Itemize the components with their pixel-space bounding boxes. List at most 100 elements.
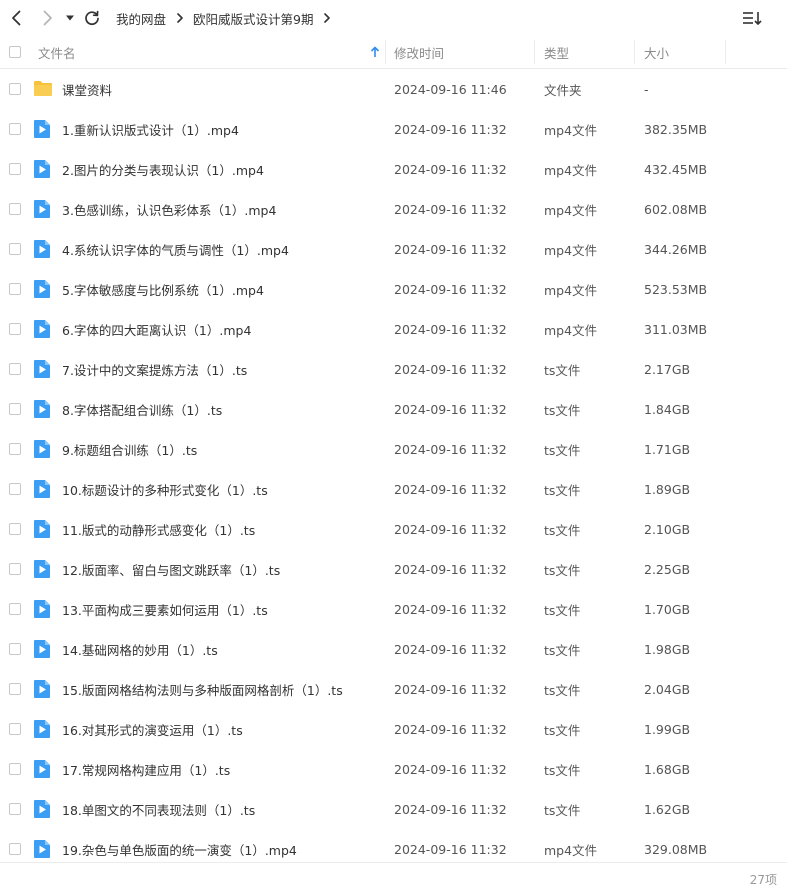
row-checkbox[interactable]: [9, 283, 21, 295]
file-size: 2.17GB: [644, 361, 691, 377]
file-row[interactable]: 4.系统认识字体的气质与调性（1）.mp4 2024-09-16 11:32 mp4…: [0, 229, 787, 269]
column-modified[interactable]: 修改时间: [394, 36, 444, 68]
column-divider[interactable]: [534, 40, 535, 64]
file-name[interactable]: 11.版式的动静形式感变化（1）.ts: [62, 509, 255, 549]
file-modified-time: 2024-09-16 11:32: [394, 601, 507, 617]
column-type[interactable]: 类型: [544, 36, 569, 68]
refresh-button[interactable]: [83, 9, 101, 27]
row-checkbox[interactable]: [9, 723, 21, 735]
file-row[interactable]: 5.字体敏感度与比例系统（1）.mp4 2024-09-16 11:32 mp4文件…: [0, 269, 787, 309]
file-row[interactable]: 12.版面率、留白与图文跳跃率（1）.ts 2024-09-16 11:32 ts文…: [0, 549, 787, 589]
file-row[interactable]: 2.图片的分类与表现认识（1）.mp4 2024-09-16 11:32 mp4文件…: [0, 149, 787, 189]
row-checkbox[interactable]: [9, 523, 21, 535]
row-checkbox[interactable]: [9, 843, 21, 855]
file-name[interactable]: 18.单图文的不同表现法则（1）.ts: [62, 789, 255, 829]
breadcrumb: 我的网盘 欧阳威版式设计第9期: [116, 0, 340, 36]
file-row[interactable]: 16.对其形式的演变运用（1）.ts 2024-09-16 11:32 ts文件 1.…: [0, 709, 787, 749]
back-button[interactable]: [8, 9, 26, 27]
file-name[interactable]: 9.标题组合训练（1）.ts: [62, 429, 197, 469]
file-modified-time: 2024-09-16 11:32: [394, 641, 507, 657]
column-size[interactable]: 大小: [644, 36, 669, 68]
history-dropdown-button[interactable]: [64, 12, 76, 24]
row-checkbox[interactable]: [9, 563, 21, 575]
file-name[interactable]: 10.标题设计的多种形式变化（1）.ts: [62, 469, 268, 509]
file-row[interactable]: 1.重新认识版式设计（1）.mp4 2024-09-16 11:32 mp4文件 38…: [0, 109, 787, 149]
sort-menu-button[interactable]: [741, 9, 763, 27]
file-row[interactable]: 3.色感训练，认识色彩体系（1）.mp4 2024-09-16 11:32 mp4文…: [0, 189, 787, 229]
file-name[interactable]: 4.系统认识字体的气质与调性（1）.mp4: [62, 229, 289, 269]
file-name[interactable]: 12.版面率、留白与图文跳跃率（1）.ts: [62, 549, 280, 589]
file-size: 344.26MB: [644, 241, 708, 257]
row-checkbox[interactable]: [9, 763, 21, 775]
row-checkbox[interactable]: [9, 403, 21, 415]
file-size: 1.70GB: [644, 601, 691, 617]
row-checkbox[interactable]: [9, 203, 21, 215]
row-checkbox[interactable]: [9, 243, 21, 255]
row-checkbox[interactable]: [9, 363, 21, 375]
file-row[interactable]: 18.单图文的不同表现法则（1）.ts 2024-09-16 11:32 ts文件 1…: [0, 789, 787, 829]
row-checkbox[interactable]: [9, 83, 21, 95]
video-file-icon: [33, 839, 51, 859]
file-type: mp4文件: [544, 322, 598, 338]
file-name[interactable]: 6.字体的四大距离认识（1）.mp4: [62, 309, 251, 349]
row-checkbox[interactable]: [9, 683, 21, 695]
row-checkbox[interactable]: [9, 323, 21, 335]
breadcrumb-item-current[interactable]: 欧阳威版式设计第9期: [193, 9, 313, 28]
file-name[interactable]: 7.设计中的文案提炼方法（1）.ts: [62, 349, 247, 389]
file-name[interactable]: 14.基础网格的妙用（1）.ts: [62, 629, 218, 669]
file-name[interactable]: 16.对其形式的演变运用（1）.ts: [62, 709, 243, 749]
row-checkbox[interactable]: [9, 643, 21, 655]
file-row[interactable]: 15.版面网格结构法则与多种版面网格剖析（1）.ts 2024-09-16 11:…: [0, 669, 787, 709]
row-checkbox[interactable]: [9, 803, 21, 815]
file-size: 1.98GB: [644, 641, 691, 657]
file-modified-time: 2024-09-16 11:32: [394, 481, 507, 497]
file-size: 2.25GB: [644, 561, 691, 577]
file-row[interactable]: 17.常规网格构建应用（1）.ts 2024-09-16 11:32 ts文件 1.6…: [0, 749, 787, 789]
file-name[interactable]: 3.色感训练，认识色彩体系（1）.mp4: [62, 189, 276, 229]
row-checkbox[interactable]: [9, 123, 21, 135]
video-file-icon: [33, 559, 51, 579]
file-name[interactable]: 8.字体搭配组合训练（1）.ts: [62, 389, 222, 429]
file-row[interactable]: 8.字体搭配组合训练（1）.ts 2024-09-16 11:32 ts文件 1.84…: [0, 389, 787, 429]
file-row[interactable]: 14.基础网格的妙用（1）.ts 2024-09-16 11:32 ts文件 1.98…: [0, 629, 787, 669]
video-file-icon: [33, 759, 51, 779]
file-row[interactable]: 6.字体的四大距离认识（1）.mp4 2024-09-16 11:32 mp4文件 3…: [0, 309, 787, 349]
arrow-up-icon[interactable]: [370, 36, 380, 68]
video-file-icon: [33, 679, 51, 699]
file-name[interactable]: 课堂资料: [62, 69, 112, 109]
file-modified-time: 2024-09-16 11:32: [394, 241, 507, 257]
chevron-left-icon: [12, 10, 21, 26]
file-row[interactable]: 7.设计中的文案提炼方法（1）.ts 2024-09-16 11:32 ts文件 2.…: [0, 349, 787, 389]
breadcrumb-item-root[interactable]: 我的网盘: [116, 9, 166, 28]
file-size: 1.68GB: [644, 761, 691, 777]
file-size: 1.71GB: [644, 441, 691, 457]
file-name[interactable]: 13.平面构成三要素如何运用（1）.ts: [62, 589, 268, 629]
file-row[interactable]: 课堂资料 2024-09-16 11:46 文件夹 -: [0, 69, 787, 109]
chevron-right-icon: [43, 10, 52, 26]
refresh-icon: [85, 10, 99, 25]
file-name[interactable]: 5.字体敏感度与比例系统（1）.mp4: [62, 269, 264, 309]
file-size: 1.62GB: [644, 801, 691, 817]
column-divider[interactable]: [725, 40, 726, 64]
file-row[interactable]: 11.版式的动静形式感变化（1）.ts 2024-09-16 11:32 ts文件 2…: [0, 509, 787, 549]
file-row[interactable]: 13.平面构成三要素如何运用（1）.ts 2024-09-16 11:32 ts文件…: [0, 589, 787, 629]
row-checkbox[interactable]: [9, 603, 21, 615]
row-checkbox[interactable]: [9, 443, 21, 455]
file-row[interactable]: 10.标题设计的多种形式变化（1）.ts 2024-09-16 11:32 ts文件…: [0, 469, 787, 509]
file-name[interactable]: 15.版面网格结构法则与多种版面网格剖析（1）.ts: [62, 669, 343, 709]
column-divider[interactable]: [385, 40, 386, 64]
file-name[interactable]: 17.常规网格构建应用（1）.ts: [62, 749, 230, 789]
row-checkbox[interactable]: [9, 483, 21, 495]
row-checkbox[interactable]: [9, 163, 21, 175]
forward-button[interactable]: [38, 9, 56, 27]
file-row[interactable]: 9.标题组合训练（1）.ts 2024-09-16 11:32 ts文件 1.71GB: [0, 429, 787, 469]
file-name[interactable]: 2.图片的分类与表现认识（1）.mp4: [62, 149, 264, 189]
column-divider[interactable]: [634, 40, 635, 64]
column-name[interactable]: 文件名: [38, 36, 76, 68]
file-modified-time: 2024-09-16 11:32: [394, 761, 507, 777]
file-name[interactable]: 1.重新认识版式设计（1）.mp4: [62, 109, 239, 149]
video-file-icon: [33, 159, 51, 179]
select-all-checkbox[interactable]: [9, 46, 21, 58]
file-type: ts文件: [544, 682, 581, 698]
file-modified-time: 2024-09-16 11:32: [394, 281, 507, 297]
